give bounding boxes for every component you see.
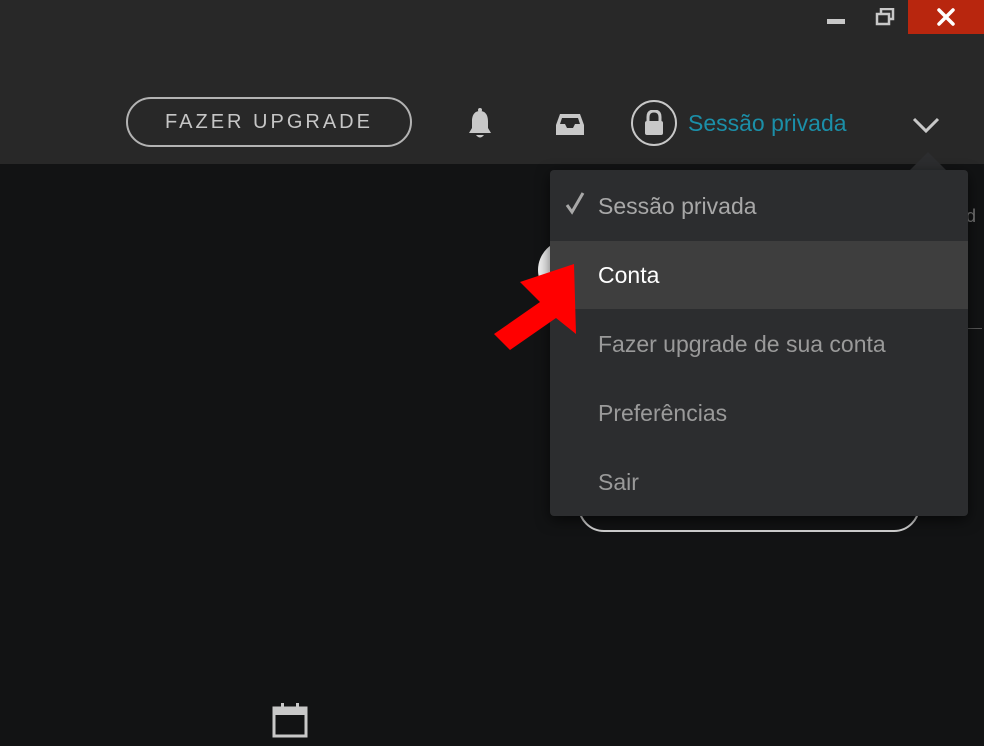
menu-item-logout[interactable]: Sair	[550, 448, 968, 516]
close-icon	[937, 8, 955, 26]
background-divider	[968, 328, 982, 329]
chevron-down-icon	[912, 117, 940, 134]
menu-item-private-session[interactable]: Sessão privada	[550, 172, 968, 240]
menu-item-preferences[interactable]: Preferências	[550, 379, 968, 447]
close-button[interactable]	[908, 0, 984, 34]
menu-item-label: Fazer upgrade de sua conta	[598, 330, 886, 357]
check-icon	[565, 192, 585, 215]
menu-caret	[910, 152, 946, 170]
private-session-indicator[interactable]	[631, 100, 677, 146]
inbox-button[interactable]	[550, 104, 590, 144]
minimize-icon	[827, 18, 845, 24]
menu-item-label: Sair	[598, 468, 639, 495]
lock-icon	[645, 110, 663, 135]
user-dropdown-menu: Sessão privada Conta Fazer upgrade de su…	[550, 170, 968, 516]
calendar-icon[interactable]	[272, 702, 308, 738]
menu-item-label: Conta	[598, 261, 660, 288]
menu-item-label: Sessão privada	[598, 192, 757, 219]
bell-icon	[469, 108, 491, 138]
restore-button[interactable]	[866, 0, 904, 34]
session-label[interactable]: Sessão privada	[688, 110, 847, 137]
inbox-icon	[556, 114, 584, 135]
menu-item-label: Preferências	[598, 399, 728, 426]
minimize-button[interactable]	[818, 0, 854, 34]
user-menu-toggle[interactable]	[906, 108, 946, 142]
annotation-arrow	[494, 264, 576, 350]
upgrade-button[interactable]: FAZER UPGRADE	[126, 97, 412, 147]
menu-item-account[interactable]: Conta	[550, 241, 968, 309]
menu-item-upgrade-account[interactable]: Fazer upgrade de sua conta	[550, 310, 968, 378]
notifications-button[interactable]	[462, 104, 498, 144]
restore-icon	[875, 8, 895, 26]
top-bar: FAZER UPGRADE Sessão privada	[0, 0, 984, 164]
